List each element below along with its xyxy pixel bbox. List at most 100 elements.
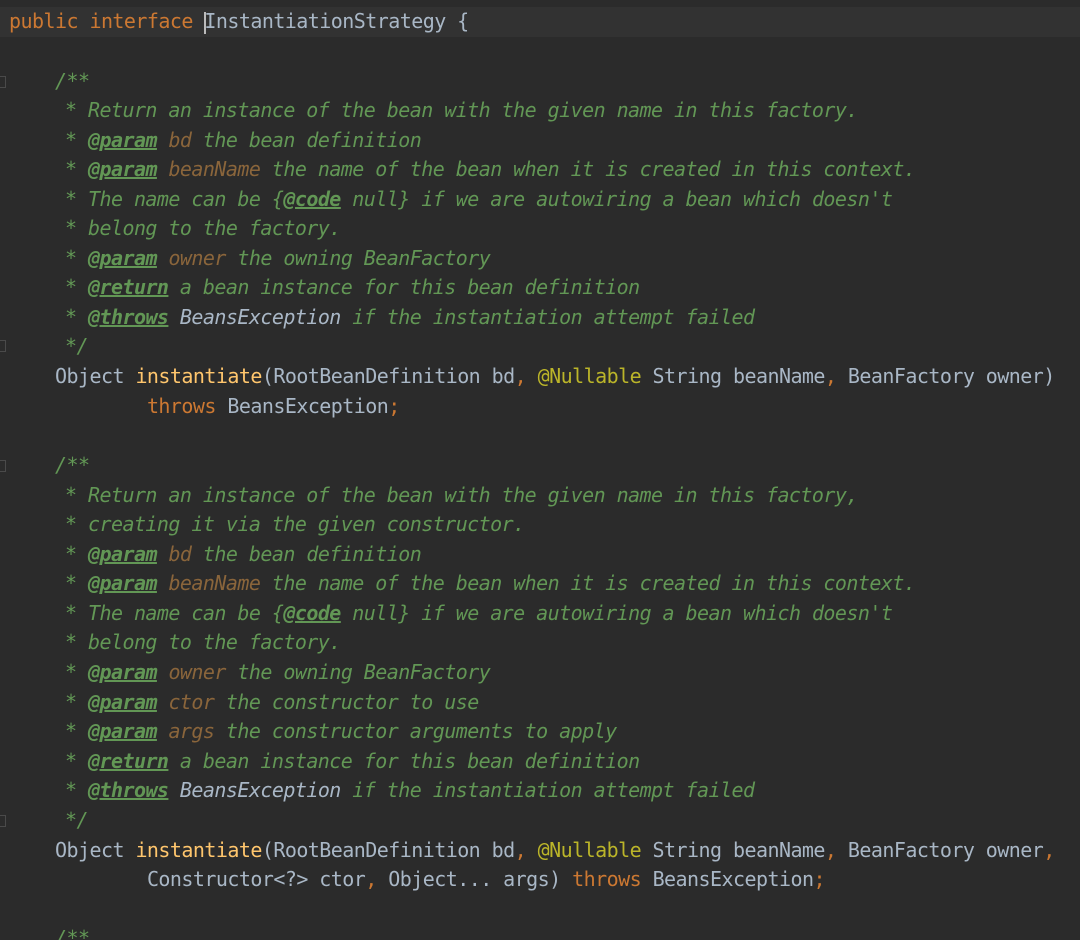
- doc-param-name: beanName: [168, 571, 261, 595]
- javadoc-line: * The name can be {@code null} if we are…: [65, 185, 893, 215]
- doc-star: *: [65, 660, 88, 684]
- doc-text: the owning BeanFactory: [225, 246, 491, 270]
- javadoc-line: * The name can be {@code null} if we are…: [65, 599, 893, 629]
- javadoc-param-line: * @param beanName the name of the bean w…: [65, 155, 916, 185]
- return-type: Object: [55, 838, 136, 862]
- code-line-interface-declaration[interactable]: public interface InstantiationStrategy {: [9, 7, 469, 37]
- exception-type: BeansException: [641, 867, 814, 891]
- doc-text: the name of the bean when it is created …: [260, 571, 916, 595]
- doc-star: *: [65, 275, 88, 299]
- method-name: instantiate: [135, 364, 262, 388]
- fold-marker-icon[interactable]: [0, 340, 6, 352]
- param-text: Object... args): [388, 867, 573, 891]
- doc-star: *: [65, 571, 88, 595]
- method-name: instantiate: [135, 838, 262, 862]
- interface-name: InstantiationStrategy: [204, 9, 446, 33]
- javadoc-open: /**: [55, 453, 90, 477]
- javadoc-line: * belong to the factory.: [65, 630, 341, 654]
- doc-star: *: [65, 157, 88, 181]
- open-brace: {: [445, 9, 469, 33]
- doc-text: * The name can be {: [65, 601, 284, 625]
- doc-text: null} if we are autowiring a bean which …: [340, 187, 893, 211]
- fold-marker-icon[interactable]: [0, 76, 6, 88]
- doc-param-name: ctor: [168, 690, 215, 714]
- comma: ,: [1043, 838, 1055, 862]
- javadoc-return-line: * @return a bean instance for this bean …: [65, 747, 640, 777]
- code-editor[interactable]: public interface InstantiationStrategy {…: [0, 0, 1080, 940]
- doc-star: *: [65, 690, 88, 714]
- doc-star: *: [65, 246, 88, 270]
- doc-tag: @param: [87, 246, 158, 270]
- doc-text: if the instantiation attempt failed: [340, 778, 755, 802]
- javadoc-param-line: * @param owner the owning BeanFactory: [65, 658, 491, 688]
- doc-param-name: owner: [168, 246, 226, 270]
- doc-tag: @param: [87, 690, 158, 714]
- nullable-annotation: @Nullable: [537, 364, 642, 388]
- javadoc-open: /**: [55, 69, 90, 93]
- doc-star: *: [65, 128, 88, 152]
- keyword-interface: interface: [89, 9, 193, 33]
- param-text: String beanName: [641, 364, 826, 388]
- doc-star: *: [65, 749, 88, 773]
- param-text: BeanFactory owner: [847, 838, 1044, 862]
- javadoc-param-line: * @param bd the bean definition: [65, 540, 422, 570]
- doc-star: *: [65, 542, 88, 566]
- javadoc-throws-line: * @throws BeansException if the instanti…: [65, 303, 755, 333]
- method-throws-line[interactable]: throws BeansException;: [55, 392, 400, 422]
- javadoc-line: * creating it via the given constructor.: [65, 512, 525, 536]
- return-type: Object: [55, 364, 136, 388]
- param-text: String beanName: [641, 838, 826, 862]
- doc-param-name: bd: [168, 542, 192, 566]
- comma: ,: [824, 364, 848, 388]
- param-text: BeanFactory owner): [847, 364, 1055, 388]
- doc-param-name: owner: [168, 660, 226, 684]
- doc-text: * The name can be {: [65, 187, 284, 211]
- doc-param-name: args: [168, 719, 215, 743]
- doc-text: a bean instance for this bean definition: [168, 749, 640, 773]
- exception-type: BeansException: [215, 394, 389, 418]
- doc-tag: @code: [283, 187, 341, 211]
- javadoc-close: */: [65, 808, 89, 832]
- semicolon: ;: [813, 867, 825, 891]
- comma: ,: [824, 838, 848, 862]
- nullable-annotation: @Nullable: [537, 838, 642, 862]
- doc-star: *: [65, 778, 88, 802]
- javadoc-param-line: * @param ctor the constructor to use: [65, 688, 479, 718]
- keyword-public: public: [9, 9, 79, 33]
- fold-marker-icon[interactable]: [0, 815, 6, 827]
- doc-star: *: [65, 719, 88, 743]
- comma: ,: [514, 838, 538, 862]
- doc-tag: @param: [87, 571, 158, 595]
- doc-tag: @param: [87, 719, 158, 743]
- doc-text: a bean instance for this bean definition: [168, 275, 640, 299]
- comma: ,: [365, 867, 389, 891]
- param-text: Constructor<?> ctor: [146, 867, 366, 891]
- doc-text: if the instantiation attempt failed: [340, 305, 755, 329]
- javadoc-line: * Return an instance of the bean with th…: [65, 483, 858, 507]
- doc-text: the owning BeanFactory: [225, 660, 491, 684]
- javadoc-open: /**: [55, 926, 90, 940]
- method-signature-line[interactable]: Object instantiate(RootBeanDefinition bd…: [55, 836, 1055, 866]
- doc-tag: @param: [87, 157, 158, 181]
- doc-param-name: bd: [168, 128, 192, 152]
- doc-tag: @throws: [87, 778, 169, 802]
- semicolon: ;: [388, 394, 400, 418]
- method-params-line[interactable]: Constructor<?> ctor, Object... args) thr…: [55, 865, 826, 895]
- javadoc-param-line: * @param args the constructor arguments …: [65, 717, 617, 747]
- doc-text: the bean definition: [191, 128, 422, 152]
- doc-type-ref: BeansException: [179, 778, 341, 802]
- javadoc-return-line: * @return a bean instance for this bean …: [65, 273, 640, 303]
- doc-tag: @param: [87, 660, 158, 684]
- javadoc-line: * Return an instance of the bean with th…: [65, 98, 858, 122]
- doc-text: the constructor arguments to apply: [214, 719, 617, 743]
- doc-tag: @param: [87, 542, 158, 566]
- doc-tag: @param: [87, 128, 158, 152]
- fold-marker-icon[interactable]: [0, 460, 6, 472]
- param-text: (RootBeanDefinition bd: [261, 838, 515, 862]
- doc-tag: @code: [283, 601, 341, 625]
- doc-tag: @return: [87, 749, 169, 773]
- method-signature-line[interactable]: Object instantiate(RootBeanDefinition bd…: [55, 362, 1055, 392]
- javadoc-close: */: [65, 334, 89, 358]
